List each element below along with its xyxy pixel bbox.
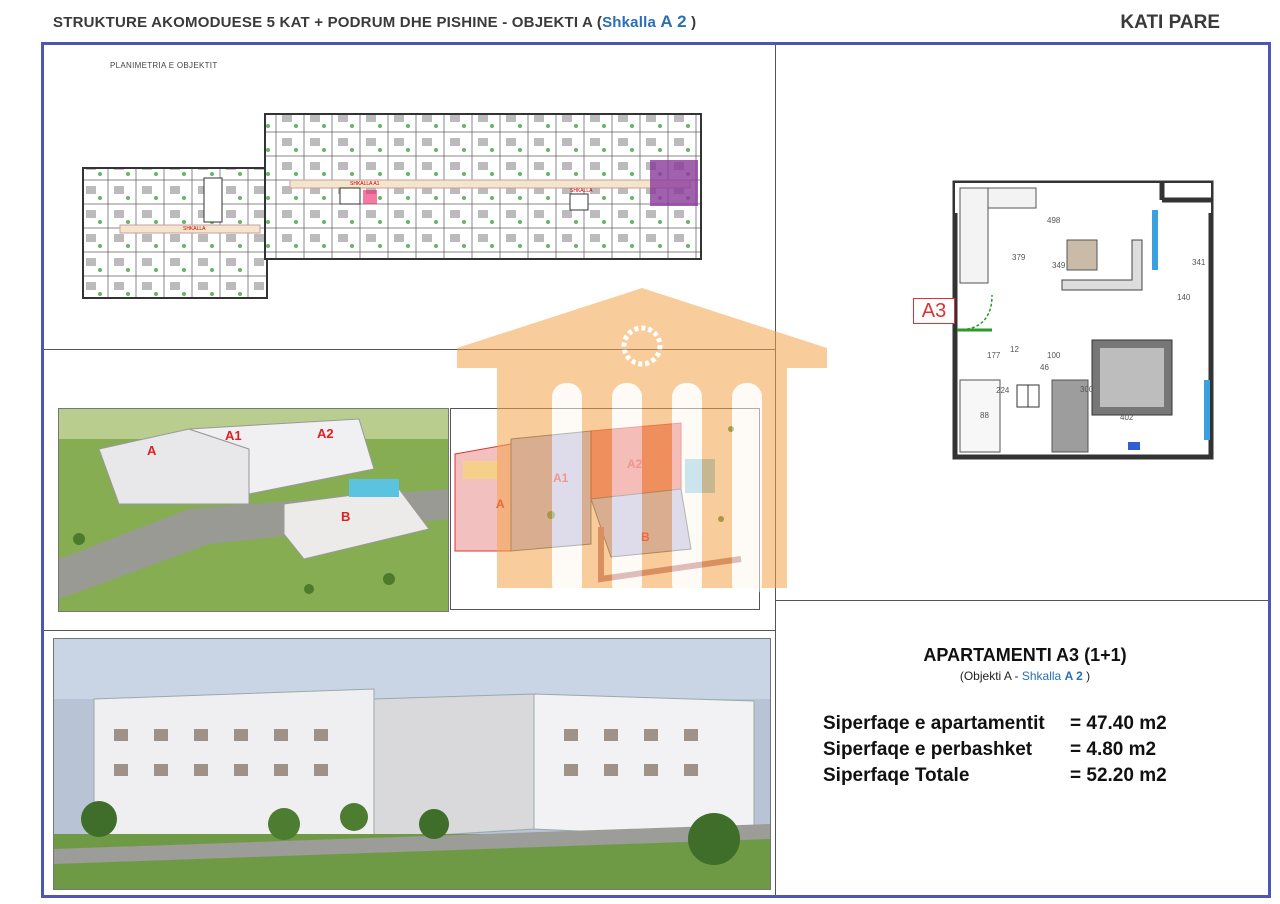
aerial-label-b: B bbox=[341, 509, 351, 524]
area-row-total: Siperfaqe Totale = 52.20 m2 bbox=[823, 765, 1167, 787]
dim-349: 349 bbox=[1052, 261, 1066, 270]
watermark-logo bbox=[457, 288, 827, 613]
dim-46: 46 bbox=[1040, 363, 1049, 372]
site-floor-plan: SHKALLA SHKALLA A1 SHKALLA bbox=[80, 108, 704, 304]
apartment-title: APARTAMENTI A3 (1+1) bbox=[923, 645, 1127, 665]
area-row-apartment: Siperfaqe e apartamentit = 47.40 m2 bbox=[823, 713, 1167, 735]
dim-300: 300 bbox=[1080, 385, 1094, 394]
title-code: A 2 bbox=[660, 12, 687, 31]
dim-402: 402 bbox=[1120, 413, 1134, 422]
aerial-label-a: A bbox=[147, 443, 157, 458]
header-title: STRUKTURE AKOMODUESE 5 KAT + PODRUM DHE … bbox=[53, 12, 696, 32]
dim-177: 177 bbox=[987, 351, 1001, 360]
subtitle-shkalla: Shkalla bbox=[1021, 669, 1062, 683]
site-plan-label: PLANIMETRIA E OBJEKTIT bbox=[110, 61, 218, 70]
subtitle-suffix: ) bbox=[1082, 669, 1091, 683]
area-row-common: Siperfaqe e perbashket = 4.80 m2 bbox=[823, 739, 1156, 761]
aerial-label-a2: A2 bbox=[317, 426, 334, 441]
dim-498: 498 bbox=[1047, 216, 1061, 225]
subtitle-prefix: (Objekti A - bbox=[959, 669, 1022, 683]
area-label: Siperfaqe Totale bbox=[823, 765, 970, 786]
title-object: - OBJEKTI A ( bbox=[502, 14, 603, 31]
apartment-subtitle: (Objekti A - Shkalla A 2 ) bbox=[790, 669, 1260, 683]
dim-88: 88 bbox=[980, 411, 989, 420]
title-main: STRUKTURE AKOMODUESE 5 KAT + PODRUM DHE … bbox=[53, 14, 498, 31]
dim-100: 100 bbox=[1047, 351, 1061, 360]
stair-label-3: SHKALLA bbox=[570, 188, 593, 194]
area-label: Siperfaqe e perbashket bbox=[823, 739, 1033, 760]
title-close: ) bbox=[686, 14, 697, 31]
dim-12: 12 bbox=[1010, 345, 1019, 354]
aerial-label-a1: A1 bbox=[225, 428, 242, 443]
area-value: = 47.40 m2 bbox=[1070, 713, 1167, 734]
divider-right bbox=[776, 600, 1268, 601]
floor-label: KATI PARE bbox=[1120, 12, 1220, 33]
area-value: = 52.20 m2 bbox=[1070, 765, 1167, 786]
apartment-tag: A3 bbox=[913, 298, 955, 324]
dim-379: 379 bbox=[1012, 253, 1026, 262]
subtitle-code: A 2 bbox=[1064, 669, 1083, 683]
aerial-render: A A1 A2 B bbox=[58, 408, 449, 612]
apartment-floor-plan: 498 379 349 341 140 177 12 100 46 300 40… bbox=[952, 180, 1214, 460]
stair-label-2: SHKALLA A1 bbox=[350, 181, 380, 187]
divider-views bbox=[44, 630, 775, 631]
street-render bbox=[53, 638, 771, 890]
area-label: Siperfaqe e apartamentit bbox=[823, 713, 1045, 734]
dim-341: 341 bbox=[1192, 258, 1206, 267]
dim-224: 224 bbox=[996, 386, 1010, 395]
title-shkalla: Shkalla bbox=[602, 14, 656, 31]
stair-label-1: SHKALLA bbox=[183, 226, 206, 232]
dim-140: 140 bbox=[1177, 293, 1191, 302]
area-value: = 4.80 m2 bbox=[1070, 739, 1157, 760]
